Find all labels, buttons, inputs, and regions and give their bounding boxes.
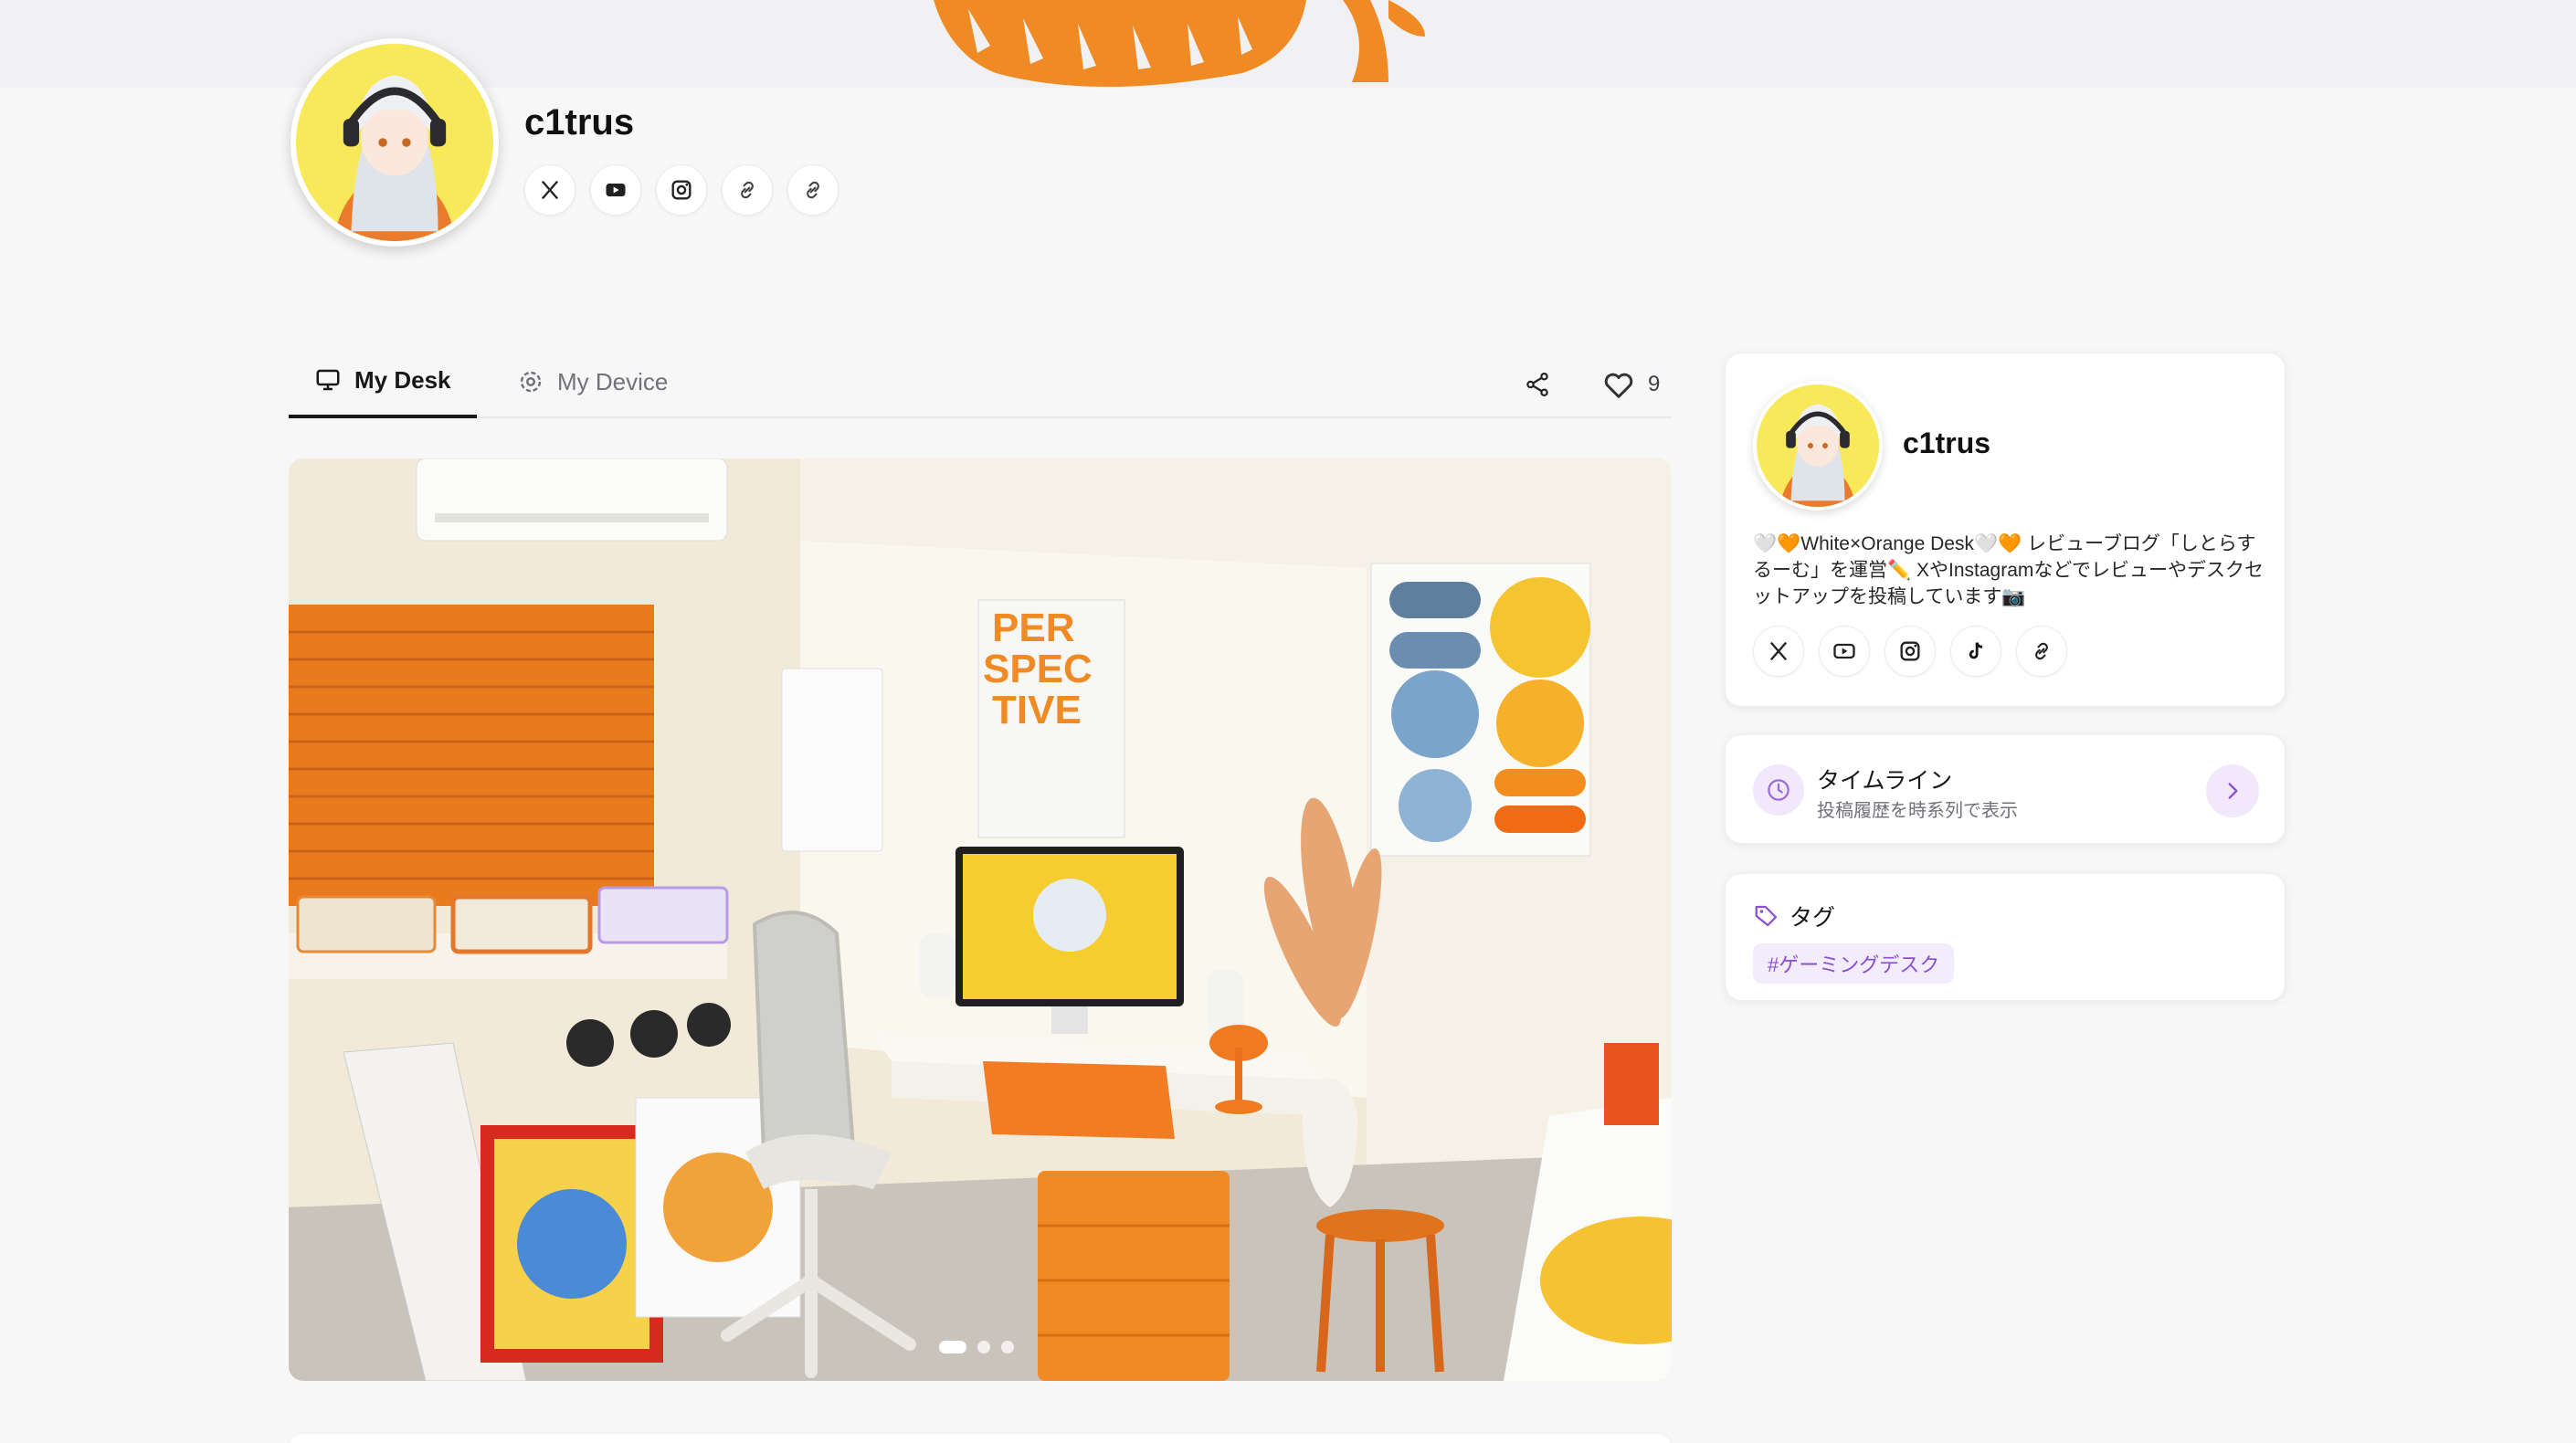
tab-my-device[interactable]: My Device [491,345,693,418]
external-link-button-2[interactable] [787,164,839,216]
clock-icon [1753,764,1804,816]
description-card [289,1434,1672,1443]
tag-chip[interactable]: #ゲーミングデスク [1753,943,1955,984]
share-button[interactable] [1516,363,1558,406]
external-link-button-1[interactable] [722,164,773,216]
carousel-indicators [939,1341,1014,1353]
instagram-icon [671,180,692,200]
share-icon [1526,373,1548,396]
link-icon [741,181,754,199]
tags-header: タグ [1753,900,1835,932]
desk-photo[interactable]: PER SPEC TIVE [289,458,1672,1381]
tags-title: タグ [1789,905,1836,931]
external-link-button[interactable] [2016,626,2067,677]
gear-icon [520,371,542,393]
timeline-title: タイムライン [1817,768,1953,794]
desk-setup-image: PER SPEC TIVE [289,458,1672,1381]
svg-text:PER: PER [992,606,1074,650]
svg-text:TIVE: TIVE [992,688,1082,732]
svg-text:SPEC: SPEC [983,647,1093,691]
like-button[interactable]: 9 [1600,363,1660,406]
like-count: 9 [1648,372,1661,396]
link-icon [807,181,819,199]
monitor-icon [316,369,340,391]
profile-username: c1trus [524,102,635,142]
profile-card-username: c1trus [1903,427,1991,459]
carousel-dot-1[interactable] [939,1341,966,1353]
instagram-icon [1900,641,1920,661]
tiktok-link-button[interactable] [1950,626,2001,677]
banner-pattern [934,0,1425,87]
x-link-button[interactable] [1753,626,1804,677]
tab-my-desk[interactable]: My Desk [289,345,477,418]
x-link-button[interactable] [524,164,575,216]
timeline-open-button[interactable] [2206,764,2259,817]
carousel-dot-3[interactable] [1001,1341,1014,1353]
tab-my-device-label: My Device [557,367,669,395]
profile-card-avatar [1753,381,1883,511]
chevron-right-icon [2228,783,2238,799]
profile-card: c1trus 🤍🧡White×Orange Desk🤍🧡 レビューブログ「しとら… [1725,353,2286,707]
instagram-link-button[interactable] [656,164,707,216]
link-icon [2035,642,2048,660]
profile-avatar [290,38,499,247]
instagram-link-button[interactable] [1884,626,1936,677]
heart-icon [1604,373,1633,398]
youtube-icon [606,184,626,196]
tiktok-icon [1969,642,1983,659]
x-icon [541,180,559,200]
profile-card-social-links [1753,626,2067,677]
youtube-link-button[interactable] [590,164,641,216]
tab-my-desk-label: My Desk [354,365,451,394]
tags-card: タグ #ゲーミングデスク [1725,873,2286,1001]
x-icon [1769,641,1788,661]
carousel-dot-2[interactable] [977,1341,990,1353]
tag-icon [1755,905,1778,927]
profile-social-links [524,164,839,216]
timeline-card[interactable]: タイムライン 投稿履歴を時系列で表示 [1725,734,2286,844]
profile-card-bio: 🤍🧡White×Orange Desk🤍🧡 レビューブログ「しとらするーむ」を運… [1753,533,2264,607]
youtube-link-button[interactable] [1819,626,1870,677]
youtube-icon [1833,643,1855,659]
content-tabs: My Desk My Device 9 [289,345,1672,418]
timeline-subtitle: 投稿履歴を時系列で表示 [1817,801,2018,821]
